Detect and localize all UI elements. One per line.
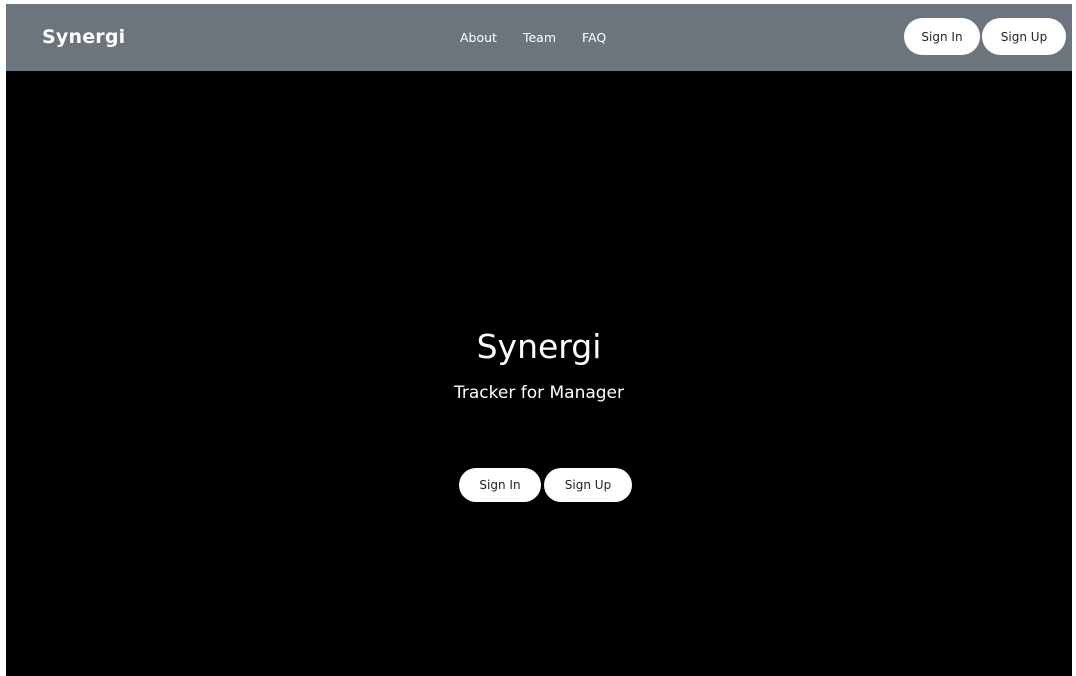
- hero-sign-up-button[interactable]: Sign Up: [544, 468, 632, 502]
- app-frame: Synergi About Team FAQ Sign In Sign Up S…: [6, 4, 1072, 676]
- hero-sign-in-button[interactable]: Sign In: [459, 468, 541, 502]
- nav-link-about[interactable]: About: [460, 30, 497, 45]
- navbar-actions: Sign In Sign Up: [904, 18, 1066, 55]
- navbar-sign-in-button[interactable]: Sign In: [904, 18, 980, 55]
- hero-actions: Sign In Sign Up: [459, 468, 632, 502]
- nav-link-faq[interactable]: FAQ: [582, 30, 606, 45]
- hero-section: Synergi Tracker for Manager Sign In Sign…: [6, 71, 1072, 676]
- brand-logo[interactable]: Synergi: [42, 26, 125, 48]
- top-navbar: Synergi About Team FAQ Sign In Sign Up: [6, 4, 1072, 71]
- nav-links: About Team FAQ: [460, 30, 606, 45]
- hero-title: Synergi: [476, 327, 602, 366]
- navbar-sign-up-button[interactable]: Sign Up: [982, 18, 1066, 55]
- hero-subtitle: Tracker for Manager: [453, 383, 625, 403]
- nav-link-team[interactable]: Team: [523, 30, 556, 45]
